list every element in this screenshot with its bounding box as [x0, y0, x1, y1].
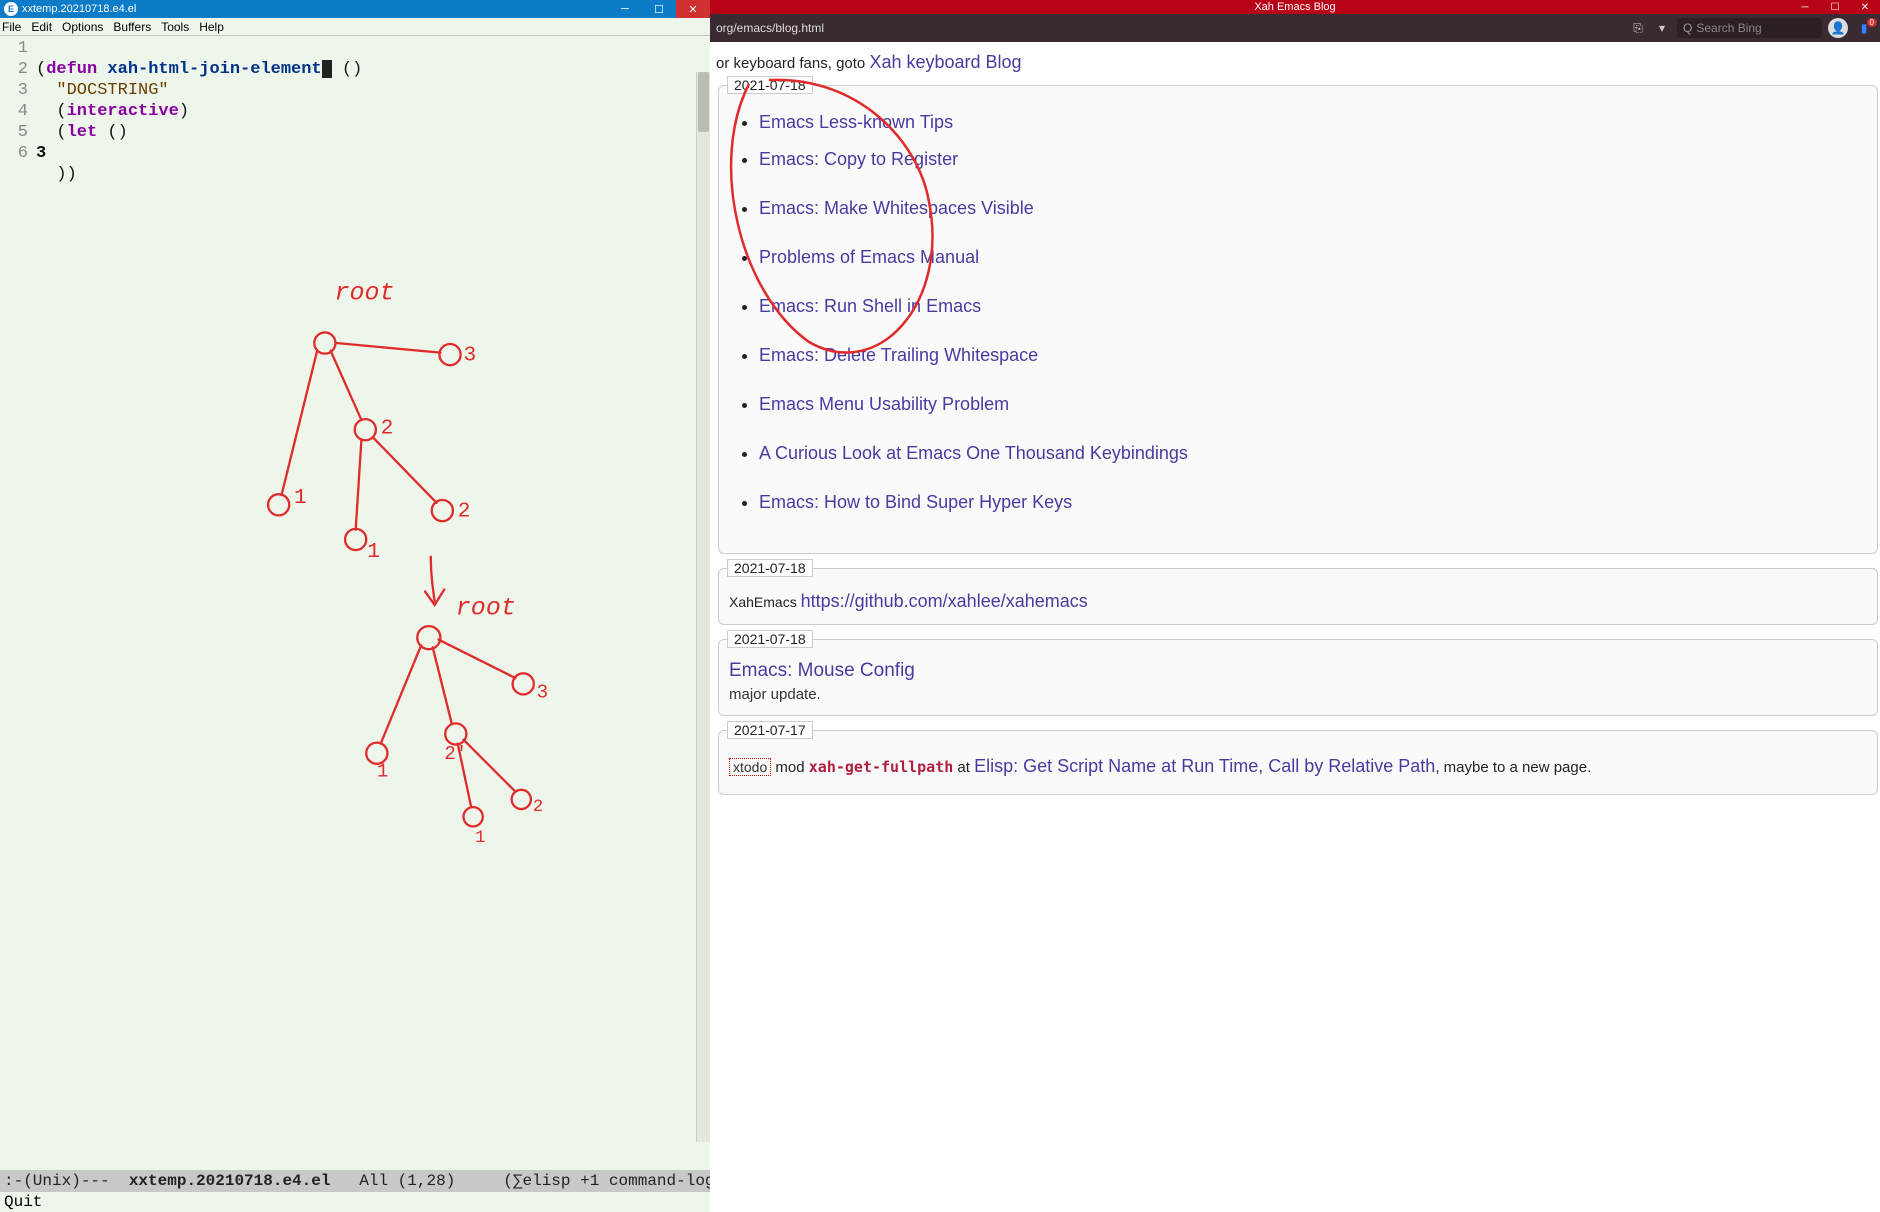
emacs-window: E xxtemp.20210718.e4.el ─ ☐ ✕ File Edit …: [0, 0, 710, 1212]
browser-window: Xah Emacs Blog ─ ☐ ✕ org/emacs/blog.html…: [710, 0, 1880, 1212]
xtodo-tag: xtodo: [729, 758, 771, 776]
minimize-button[interactable]: ─: [608, 0, 642, 18]
section-date: 2021-07-18: [727, 76, 813, 94]
search-placeholder: Search Bing: [1696, 21, 1761, 35]
emacs-titlebar[interactable]: E xxtemp.20210718.e4.el ─ ☐ ✕: [0, 0, 710, 18]
emacs-window-title: xxtemp.20210718.e4.el: [22, 3, 136, 15]
svg-text:2': 2': [444, 743, 467, 765]
bookmark-icon[interactable]: ⎘: [1629, 21, 1647, 36]
browser-toolbar: org/emacs/blog.html ⎘ ▾ Q Search Bing 👤 …: [710, 14, 1880, 42]
list-item[interactable]: Problems of Emacs Manual: [759, 247, 979, 267]
handdrawn-annotations: root 1 2 3 1 2 root: [36, 36, 710, 1170]
list-item[interactable]: Emacs: Make Whitespaces Visible: [759, 198, 1034, 218]
search-icon: Q: [1683, 21, 1692, 35]
menu-edit[interactable]: Edit: [31, 20, 52, 34]
code-area[interactable]: (defun xah-html-join-element () "DOCSTRI…: [36, 36, 710, 1170]
browser-titlebar[interactable]: Xah Emacs Blog ─ ☐ ✕: [710, 0, 1880, 14]
list-item[interactable]: Emacs: Run Shell in Emacs: [759, 296, 981, 316]
browser-tab-title: Xah Emacs Blog: [1254, 1, 1335, 13]
svg-text:2: 2: [533, 798, 543, 817]
section-date: 2021-07-18: [727, 559, 813, 577]
emacs-modeline[interactable]: :-(Unix)--- xxtemp.20210718.e4.el All (1…: [0, 1170, 710, 1192]
blog-section: 2021-07-18 Emacs Less-known Tips Emacs: …: [718, 85, 1878, 554]
list-item[interactable]: Emacs: Copy to Register: [759, 149, 958, 169]
github-link[interactable]: https://github.com/xahlee/xahemacs: [801, 591, 1088, 611]
scrollbar-thumb[interactable]: [698, 72, 709, 132]
section-date: 2021-07-18: [727, 630, 813, 648]
blog-section: 2021-07-18 Emacs: Mouse Config major upd…: [718, 639, 1878, 716]
mouse-config-note: major update.: [729, 686, 1867, 703]
svg-text:root: root: [334, 279, 394, 308]
github-label: XahEmacs: [729, 594, 801, 610]
url-bar[interactable]: org/emacs/blog.html: [716, 21, 824, 35]
code-identifier: xah-get-fullpath: [809, 758, 954, 776]
search-input[interactable]: Q Search Bing: [1677, 18, 1822, 38]
svg-text:1: 1: [294, 486, 307, 510]
menu-help[interactable]: Help: [199, 20, 224, 34]
user-avatar[interactable]: 👤: [1828, 18, 1848, 38]
svg-text:1: 1: [475, 829, 485, 848]
scrollbar[interactable]: [696, 72, 710, 1142]
close-button[interactable]: ✕: [676, 0, 710, 18]
menu-options[interactable]: Options: [62, 20, 103, 34]
emacs-menubar: File Edit Options Buffers Tools Help: [0, 18, 710, 36]
list-item[interactable]: Emacs Less-known Tips: [759, 112, 953, 132]
mouse-config-link[interactable]: Emacs: Mouse Config: [729, 660, 915, 681]
notifications-icon[interactable]: ▮0: [1854, 21, 1874, 35]
browser-page[interactable]: or keyboard fans, goto Xah keyboard Blog…: [710, 42, 1880, 1212]
menu-file[interactable]: File: [2, 20, 21, 34]
list-item[interactable]: Emacs Menu Usability Problem: [759, 394, 1009, 414]
top-text: or keyboard fans, goto Xah keyboard Blog: [716, 52, 1880, 73]
line-number-gutter: 1 2 3 4 5 6: [0, 36, 36, 1170]
browser-close-button[interactable]: ✕: [1850, 0, 1880, 14]
keyboard-blog-link[interactable]: Xah keyboard Blog: [869, 52, 1021, 72]
svg-text:3: 3: [537, 681, 549, 703]
svg-text:1: 1: [377, 760, 389, 782]
svg-text:2: 2: [381, 417, 394, 441]
section-date: 2021-07-17: [727, 721, 813, 739]
list-item[interactable]: Emacs: How to Bind Super Hyper Keys: [759, 492, 1072, 512]
elisp-link[interactable]: Elisp: Get Script Name at Run Time, Call…: [974, 756, 1435, 776]
svg-text:root: root: [456, 594, 516, 623]
browser-minimize-button[interactable]: ─: [1790, 0, 1820, 14]
emacs-minibuffer[interactable]: Quit: [0, 1192, 710, 1212]
svg-text:2: 2: [458, 499, 471, 523]
blog-section: 2021-07-18 XahEmacs https://github.com/x…: [718, 568, 1878, 625]
emacs-app-icon: E: [4, 2, 18, 16]
list-item[interactable]: A Curious Look at Emacs One Thousand Key…: [759, 443, 1188, 463]
text-cursor: [322, 60, 332, 78]
blog-section: 2021-07-17 xtodo mod xah-get-fullpath at…: [718, 730, 1878, 795]
list-item[interactable]: Emacs: Delete Trailing Whitespace: [759, 345, 1038, 365]
svg-text:3: 3: [464, 343, 477, 367]
menu-buffers[interactable]: Buffers: [113, 20, 151, 34]
maximize-button[interactable]: ☐: [642, 0, 676, 18]
browser-maximize-button[interactable]: ☐: [1820, 0, 1850, 14]
menu-tools[interactable]: Tools: [161, 20, 189, 34]
dropdown-icon[interactable]: ▾: [1653, 21, 1671, 35]
svg-text:1: 1: [367, 540, 380, 564]
emacs-buffer[interactable]: 1 2 3 4 5 6 (defun xah-html-join-element…: [0, 36, 710, 1170]
